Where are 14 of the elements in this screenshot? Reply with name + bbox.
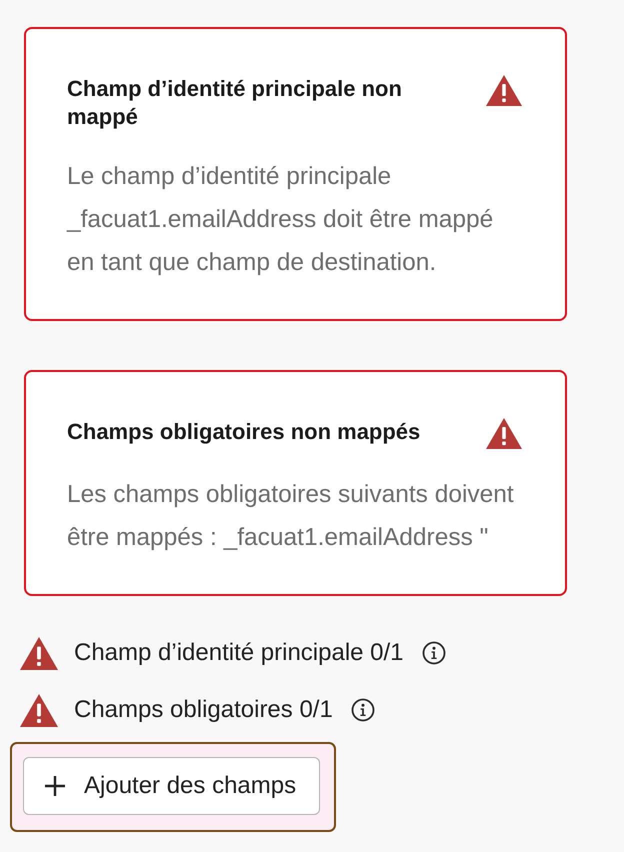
plus-icon xyxy=(44,775,66,797)
warning-icon xyxy=(486,75,522,106)
info-icon[interactable] xyxy=(422,641,446,665)
alert-title: Champ d’identité principale non mappé xyxy=(67,75,403,131)
info-icon[interactable] xyxy=(350,698,375,722)
alert-message: Le champ d’identité principale _facuat1.emailAddress doit être mappé en tant que champ de destination. xyxy=(67,162,494,278)
alert-title: Champs obligatoires non mappés xyxy=(67,418,422,446)
warning-icon xyxy=(20,694,58,726)
warning-icon xyxy=(486,418,522,449)
requirement-label: Champs obligatoires 0/1 xyxy=(74,696,333,724)
add-fields-button[interactable]: Ajouter des champs xyxy=(23,757,320,815)
requirement-label: Champ d’identité principale 0/1 xyxy=(74,639,404,667)
alert-message: Les champs obligatoires suivants doivent être mappés : _facuat1.emailAddress " xyxy=(67,480,515,553)
warning-icon xyxy=(20,636,58,670)
